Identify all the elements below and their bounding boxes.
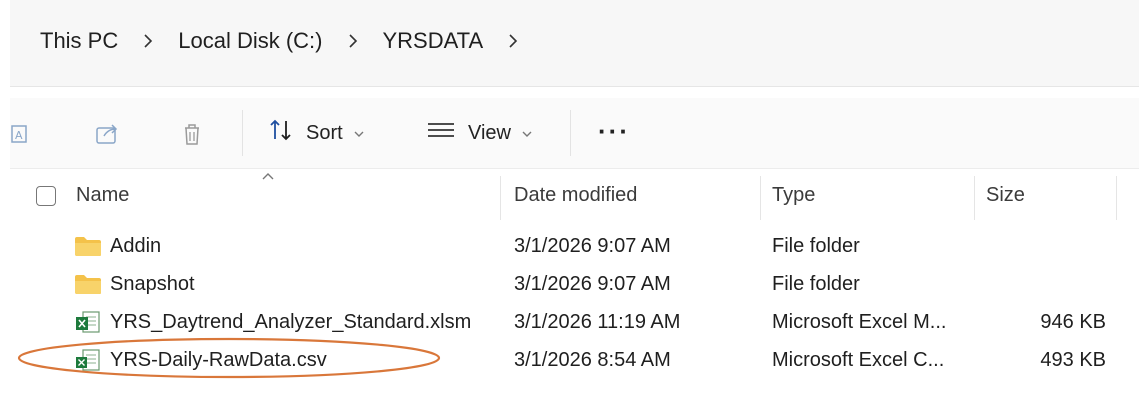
file-date: 3/1/2026 9:07 AM [514,235,671,257]
column-divider[interactable] [1116,176,1117,220]
breadcrumb-local-disk[interactable]: Local Disk (C:) [172,28,328,54]
chevron-down-icon [521,122,533,145]
sort-ascending-icon [260,168,276,184]
breadcrumb: This PC Local Disk (C:) YRSDATA [34,28,537,54]
file-name: Snapshot [110,273,195,295]
file-type: Microsoft Excel M... [772,311,947,333]
column-size[interactable]: Size [986,184,1025,207]
folder-icon [74,272,102,296]
column-divider[interactable] [500,176,501,220]
column-header: Name Date modified Type Size [10,173,1139,220]
file-type: Microsoft Excel C... [772,349,945,371]
breadcrumb-yrsdata[interactable]: YRSDATA [377,28,490,54]
chevron-right-icon[interactable] [489,33,537,49]
sort-icon [268,117,294,149]
column-date-modified[interactable]: Date modified [514,184,637,207]
column-type[interactable]: Type [772,184,815,207]
view-list-icon [426,119,456,147]
breadcrumb-this-pc[interactable]: This PC [34,28,124,54]
folder-icon [74,234,102,258]
file-size: 493 KB [1040,349,1106,371]
toolbar-divider [570,110,571,156]
file-name: YRS_Daytrend_Analyzer_Standard.xlsm [110,311,472,333]
address-bar[interactable]: This PC Local Disk (C:) YRSDATA [10,0,1139,87]
column-divider[interactable] [760,176,761,220]
file-date: 3/1/2026 8:54 AM [514,349,671,371]
file-name: YRS-Daily-RawData.csv [110,349,327,371]
file-explorer-window: This PC Local Disk (C:) YRSDATA A Sort V… [0,0,1139,396]
svg-text:A: A [15,129,23,142]
file-row[interactable]: Addin 3/1/2026 9:07 AM File folder [10,228,1139,266]
excel-csv-file-icon [74,348,102,372]
view-button[interactable]: View [426,116,533,150]
chevron-right-icon[interactable] [329,33,377,49]
toolbar-divider [242,110,243,156]
rename-icon[interactable]: A [10,120,38,148]
more-options-button[interactable]: ··· [598,116,630,147]
file-date: 3/1/2026 9:07 AM [514,273,671,295]
excel-macro-file-icon [74,310,102,334]
file-row[interactable]: YRS_Daytrend_Analyzer_Standard.xlsm 3/1/… [10,304,1139,342]
sort-button[interactable]: Sort [268,116,365,150]
delete-icon[interactable] [178,120,206,148]
file-name: Addin [110,235,162,257]
share-icon[interactable] [94,120,122,148]
select-all-checkbox[interactable] [36,186,56,206]
file-size: 946 KB [1040,311,1106,333]
chevron-right-icon[interactable] [124,33,172,49]
command-bar: A Sort View ··· [10,98,1139,169]
file-row[interactable]: Snapshot 3/1/2026 9:07 AM File folder [10,266,1139,304]
sort-label: Sort [306,121,343,144]
file-row[interactable]: YRS-Daily-RawData.csv 3/1/2026 8:54 AM M… [10,342,1139,380]
file-date: 3/1/2026 11:19 AM [514,311,681,333]
column-divider[interactable] [974,176,975,220]
file-type: File folder [772,273,860,295]
view-label: View [468,121,511,144]
file-list: Addin 3/1/2026 9:07 AM File folder Snaps… [10,228,1139,380]
file-type: File folder [772,235,860,257]
column-name[interactable]: Name [76,184,129,207]
chevron-down-icon [353,122,365,145]
